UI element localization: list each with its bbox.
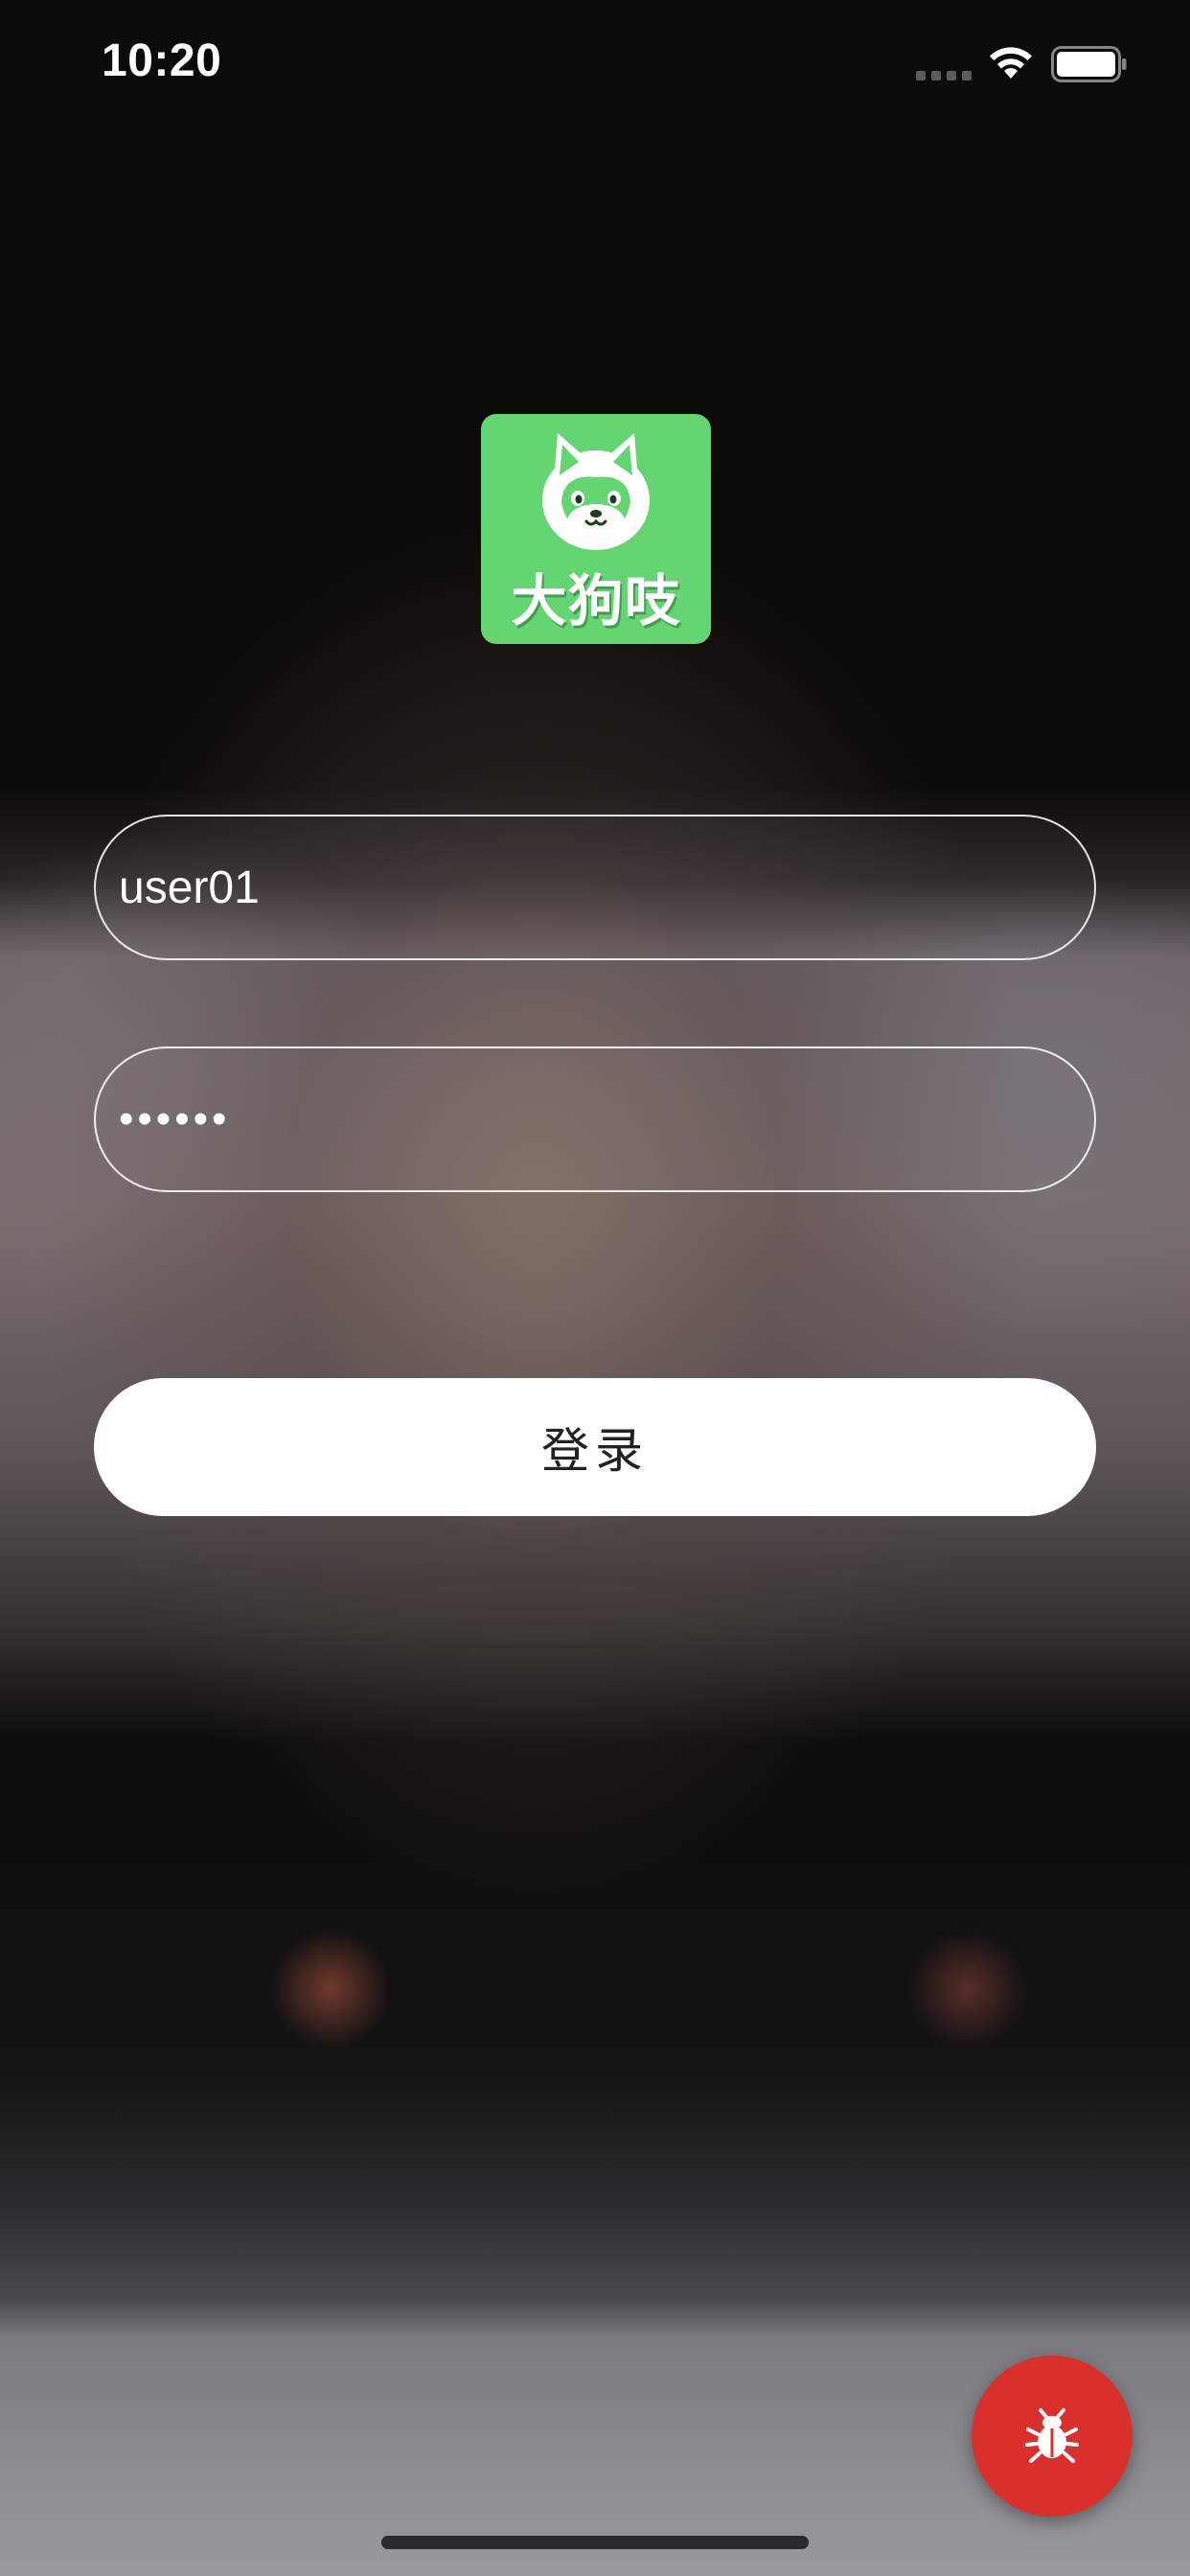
app-logo: 大狗吱 [481,414,711,644]
login-button[interactable]: 登录 [94,1378,1096,1516]
username-input[interactable] [119,816,1067,958]
login-screen: 10:20 大狗吱 user01 登录 [0,0,1190,2576]
bug-icon [1025,2408,1079,2463]
status-time: 10:20 [102,35,222,86]
password-field[interactable] [94,1046,1096,1192]
logo-text: 大狗吱 [511,570,681,632]
husky-dog-icon [542,433,650,550]
status-bar: 10:20 [0,0,1190,126]
battery-icon [1051,46,1128,87]
password-input[interactable] [119,1048,1067,1190]
home-indicator [381,2536,809,2549]
signal-icon [916,69,972,86]
wifi-icon [987,44,1035,85]
debug-button[interactable] [972,2356,1133,2517]
username-field[interactable] [94,815,1096,960]
